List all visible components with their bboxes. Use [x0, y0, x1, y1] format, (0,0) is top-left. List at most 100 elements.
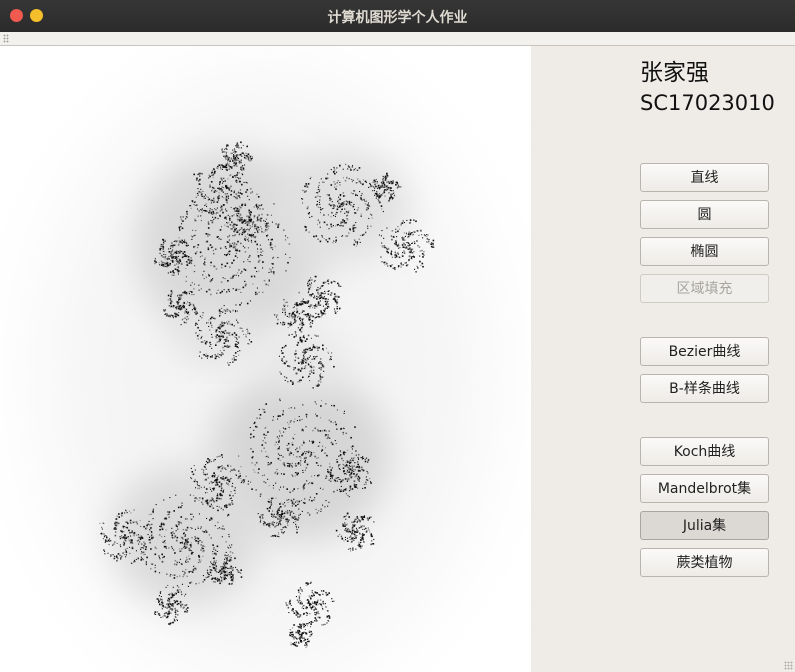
- fractal-point: [223, 349, 225, 351]
- fractal-point: [218, 192, 220, 194]
- fractal-point: [235, 229, 237, 231]
- fractal-point: [209, 566, 211, 568]
- fractal-point: [243, 181, 245, 183]
- fractal-point: [404, 252, 406, 254]
- fractal-point: [262, 408, 264, 410]
- fractal-point: [298, 456, 300, 458]
- fractal-point: [355, 182, 357, 184]
- fractal-point: [177, 250, 179, 252]
- fractal-point: [227, 346, 229, 348]
- fractal-point: [355, 486, 357, 488]
- fractal-point: [316, 306, 318, 308]
- drawing-canvas[interactable]: [0, 46, 531, 672]
- fractal-point: [328, 237, 331, 240]
- fractal-point: [271, 515, 273, 517]
- fractal-point: [326, 290, 328, 292]
- fractal-point: [297, 327, 299, 329]
- fractal-point: [396, 256, 398, 258]
- fractal-point: [242, 245, 244, 247]
- fractal-point: [320, 465, 322, 467]
- fractal-point: [221, 353, 223, 355]
- fractal-point: [127, 522, 129, 525]
- fractal-point: [225, 340, 227, 342]
- fractal-point: [318, 367, 321, 369]
- fractal-point: [236, 319, 238, 321]
- fractal-point: [350, 476, 352, 478]
- fractal-point: [129, 546, 131, 548]
- fractal-point: [171, 546, 173, 548]
- fractal-point: [309, 514, 311, 516]
- fractal-point: [227, 226, 229, 228]
- fractal-point: [336, 310, 338, 312]
- fractal-point: [323, 370, 325, 372]
- fractal-point: [226, 346, 228, 348]
- fractal-point: [284, 308, 286, 310]
- fractal-point: [301, 367, 303, 369]
- fractal-point: [408, 236, 410, 238]
- fractal-point: [240, 478, 242, 480]
- fractal-point: [235, 176, 237, 178]
- fractal-point: [282, 503, 284, 505]
- fractal-point: [405, 264, 408, 267]
- fractal-point: [130, 522, 132, 524]
- fractal-point: [143, 554, 145, 556]
- title-bar[interactable]: 计算机图形学个人作业: [0, 0, 795, 32]
- fractal-point: [306, 606, 308, 608]
- fractal-point: [408, 222, 410, 224]
- fractal-point: [380, 235, 382, 237]
- fractal-point: [356, 169, 359, 172]
- fractal-point: [355, 450, 357, 452]
- fractal-point: [428, 239, 430, 241]
- fractal-point: [226, 225, 228, 227]
- fractal-point: [209, 317, 212, 320]
- fractal-point: [206, 569, 208, 571]
- fractal-point: [174, 534, 176, 537]
- fractal-point: [228, 189, 230, 191]
- fractal-point: [187, 258, 190, 261]
- fractal-point: [330, 420, 332, 423]
- fractal-point: [181, 593, 183, 595]
- fractal-point: [116, 559, 118, 562]
- fractal-point: [250, 341, 253, 343]
- fractal-point: [124, 512, 126, 514]
- fractal-point: [193, 204, 195, 206]
- fractal-point: [172, 256, 174, 258]
- fractal-point: [218, 197, 220, 199]
- fractal-point: [349, 202, 351, 204]
- fractal-point: [190, 550, 192, 552]
- fractal-point: [279, 398, 281, 400]
- fractal-point: [423, 234, 425, 236]
- fractal-point: [308, 622, 310, 624]
- fractal-point: [125, 554, 127, 556]
- fractal-point: [110, 540, 112, 542]
- fractal-point: [256, 287, 258, 289]
- fractal-point: [247, 259, 249, 261]
- fractal-point: [312, 315, 314, 318]
- fractal-point: [203, 473, 205, 475]
- fractal-point: [374, 194, 376, 196]
- fractal-point: [175, 609, 177, 611]
- fractal-point: [316, 295, 318, 297]
- fractal-point: [171, 257, 173, 259]
- fractal-point: [225, 197, 227, 200]
- fractal-point: [214, 208, 216, 210]
- fractal-point: [306, 338, 308, 340]
- fractal-point: [282, 413, 284, 416]
- fractal-point: [225, 506, 228, 509]
- fractal-point: [362, 487, 364, 489]
- fractal-point: [234, 175, 236, 177]
- fractal-point: [363, 525, 365, 527]
- fractal-point: [212, 498, 214, 500]
- fractal-point: [354, 484, 356, 486]
- fractal-point: [248, 222, 250, 225]
- fractal-point: [246, 189, 249, 191]
- fractal-point: [303, 608, 305, 610]
- toolbar-grip-icon[interactable]: [3, 34, 9, 43]
- fractal-point: [211, 172, 213, 174]
- fractal-point: [307, 582, 309, 584]
- fractal-point: [176, 536, 179, 539]
- fractal-point: [266, 507, 269, 510]
- fractal-point: [286, 301, 288, 303]
- fractal-point: [238, 162, 240, 164]
- fractal-point: [268, 510, 270, 512]
